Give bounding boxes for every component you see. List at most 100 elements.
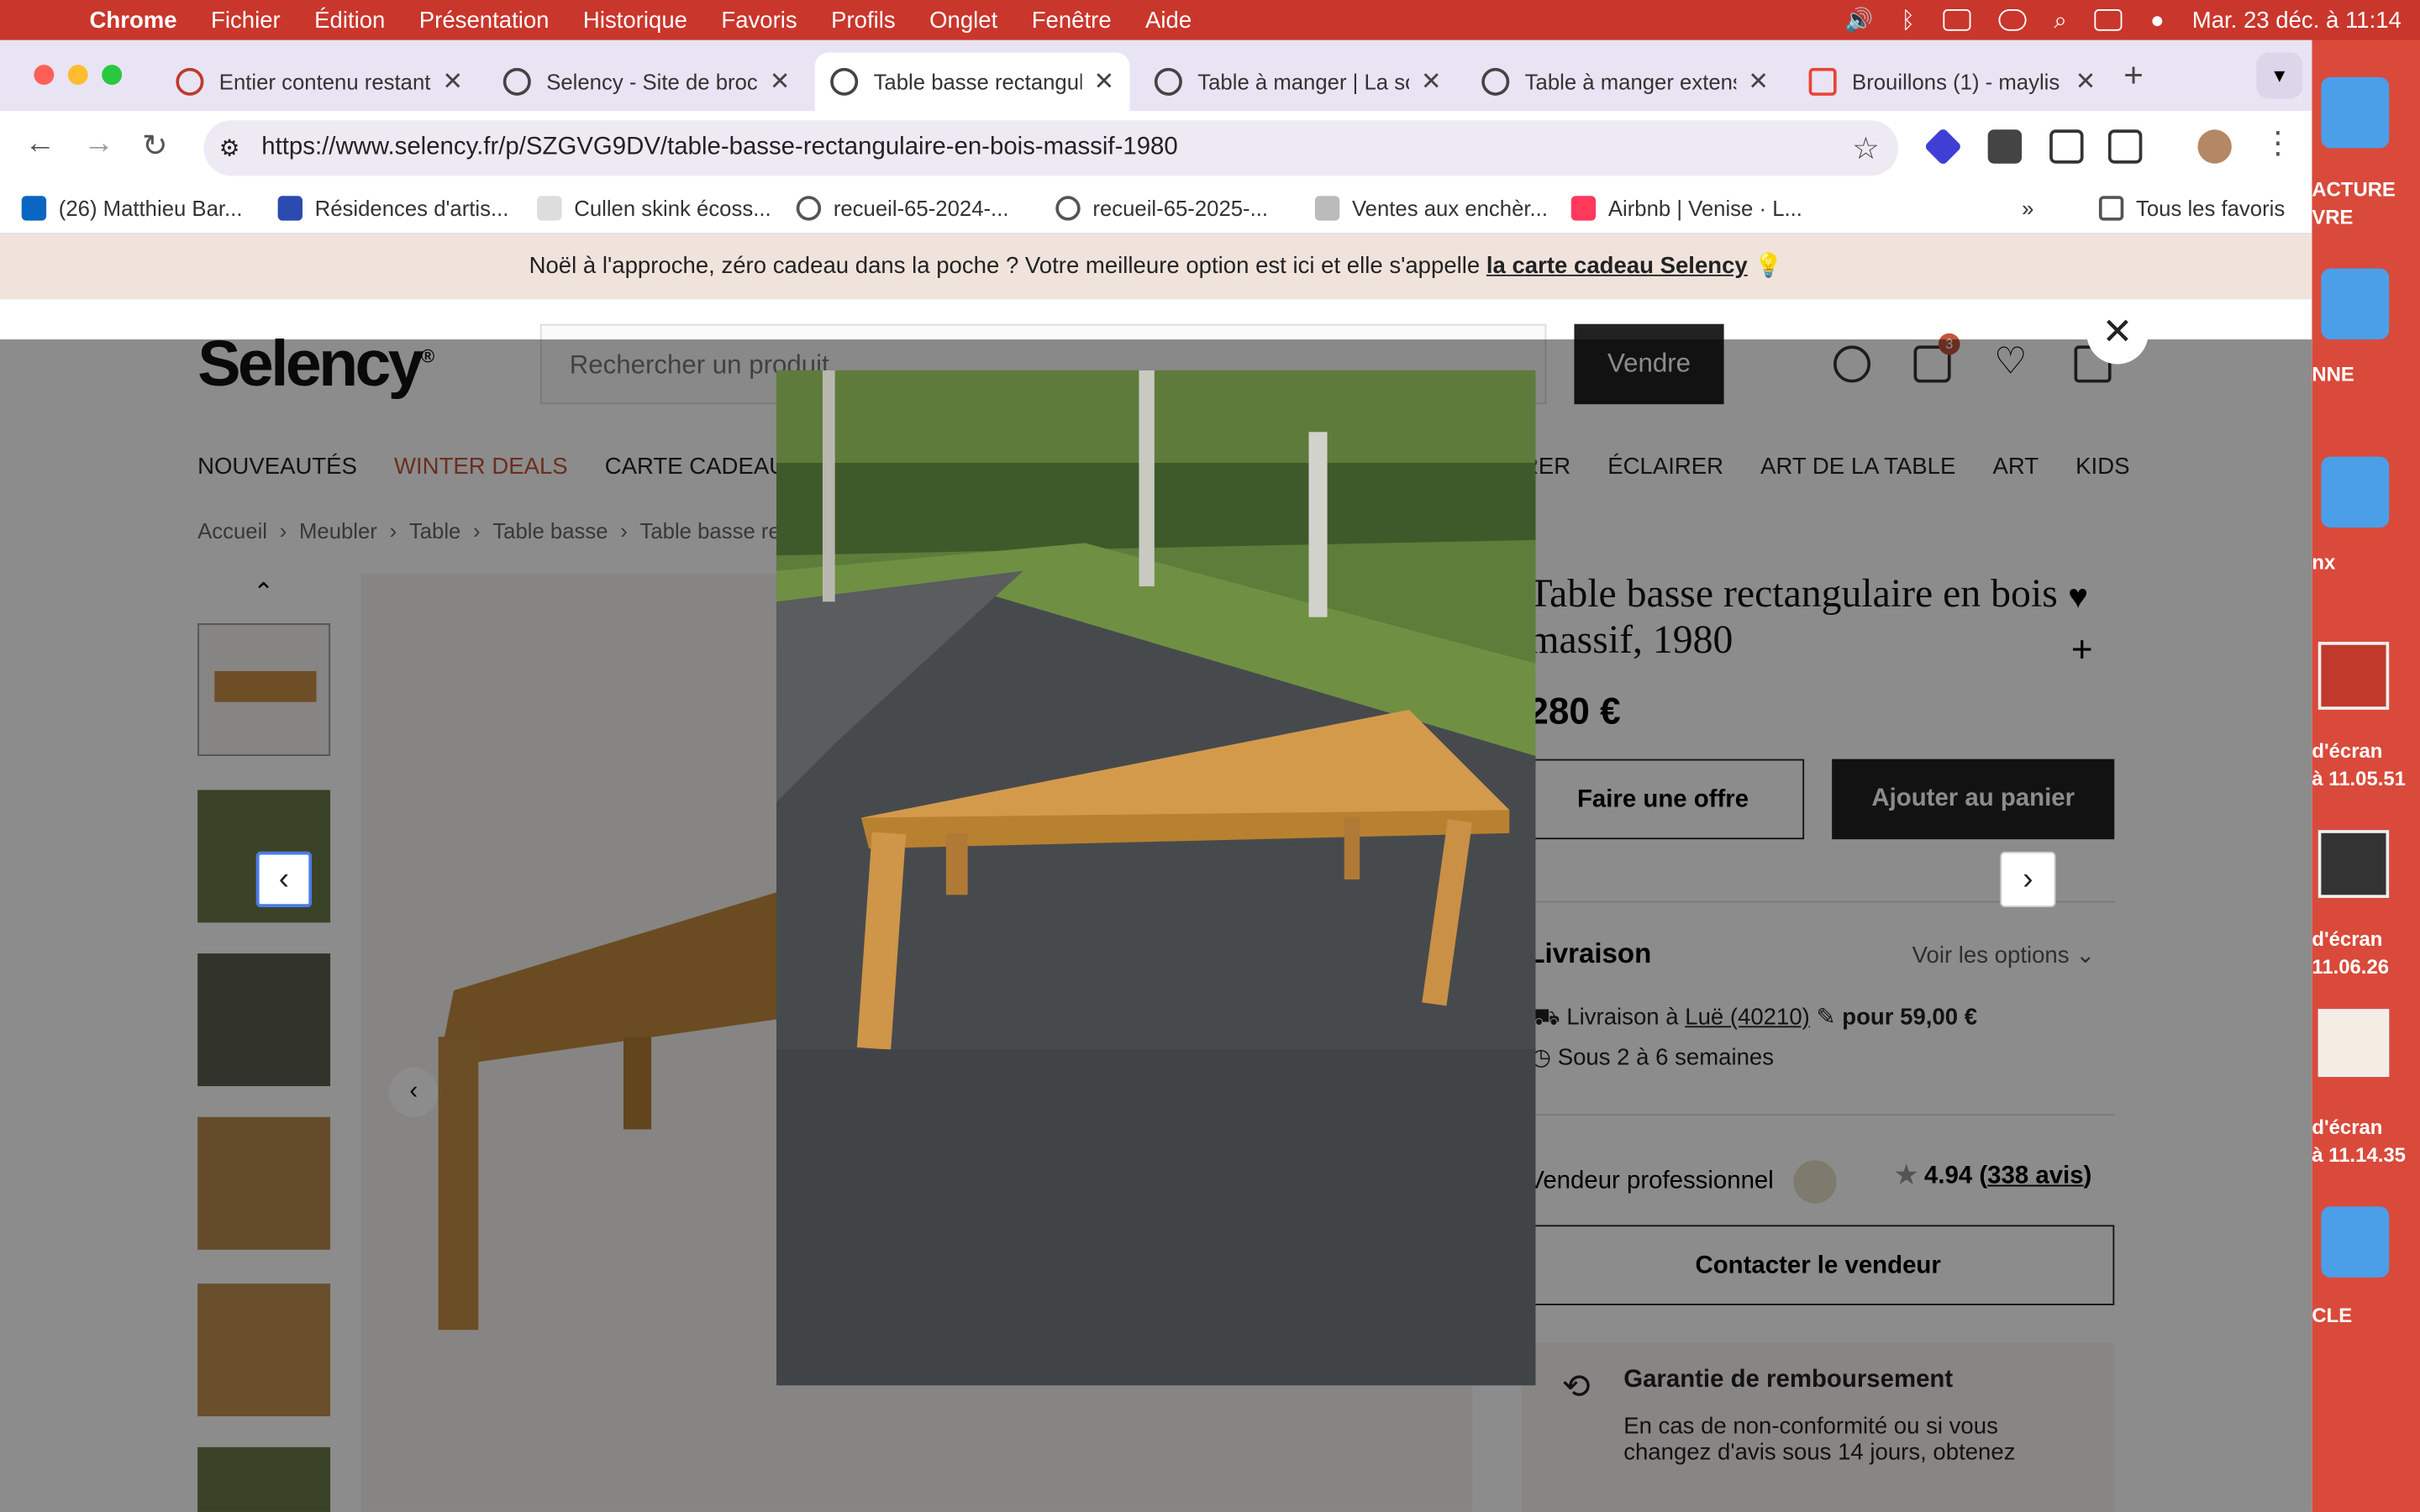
- selency-favicon: [1154, 67, 1182, 96]
- selency-favicon: [1481, 67, 1510, 96]
- puzzle-extensions-icon[interactable]: [2107, 129, 2143, 164]
- address-bar[interactable]: ⚙ https://www.selency.fr/p/SZGVG9DV/tabl…: [203, 120, 1899, 176]
- bookmark-label: (26) Matthieu Bar...: [58, 196, 243, 221]
- tab-title: Table à manger | La so: [1197, 69, 1409, 95]
- folder-icon[interactable]: [2321, 268, 2390, 340]
- bookmark-3[interactable]: Cullen skink écoss...: [537, 196, 771, 221]
- bookmark-1[interactable]: (26) Matthieu Bar...: [21, 196, 243, 221]
- reload-icon[interactable]: ↻: [142, 127, 168, 165]
- tab-1[interactable]: Entier contenu restant ✕: [160, 52, 478, 111]
- pen-extension-icon[interactable]: [2049, 129, 2084, 164]
- browser-toolbar: ← → ↻ ⚙ https://www.selency.fr/p/SZGVG9D…: [0, 111, 2312, 186]
- desktop-label-5: d'écran 11.06.26: [2312, 927, 2390, 979]
- bookmark-6[interactable]: Ventes aux enchèr...: [1314, 196, 1548, 221]
- battery-icon[interactable]: [1943, 9, 1971, 31]
- folder-icon[interactable]: [2321, 76, 2390, 149]
- macos-menubar: Chrome Fichier Édition Présentation Hist…: [0, 0, 2420, 40]
- bookmark-label: recueil-65-2025-...: [1092, 196, 1269, 221]
- gmail-favicon: [1808, 67, 1837, 96]
- bookmark-label: Ventes aux enchèr...: [1351, 196, 1548, 221]
- close-window-button[interactable]: [34, 65, 55, 86]
- bookmark-2[interactable]: Résidences d'artis...: [277, 196, 509, 221]
- bookmarks-overflow-icon[interactable]: »: [2022, 196, 2033, 220]
- extension-icon[interactable]: [1923, 127, 1963, 166]
- promo-banner: Noël à l'approche, zéro cadeau dans la p…: [0, 234, 2312, 300]
- file-icon[interactable]: [2321, 1206, 2390, 1278]
- lightbox-next-chevron-icon[interactable]: ›: [2000, 851, 2056, 907]
- volume-icon[interactable]: 🔊: [1844, 6, 1873, 34]
- tab-title: Table basse rectangulaire: [873, 69, 1081, 95]
- tab-6[interactable]: Brouillons (1) - maylis ✕: [1793, 52, 2111, 111]
- menu-kebab-icon[interactable]: ⋮: [2263, 123, 2294, 162]
- bookmark-label: Résidences d'artis...: [314, 196, 509, 221]
- folder-icon[interactable]: [2321, 456, 2390, 528]
- url-text[interactable]: https://www.selency.fr/p/SZGVG9DV/table-…: [261, 134, 1178, 162]
- promo-text: Noël à l'approche, zéro cadeau dans la p…: [529, 253, 1486, 280]
- bluetooth-icon[interactable]: ᛒ: [1902, 7, 1916, 33]
- gift-card-link[interactable]: la carte cadeau Selency: [1486, 253, 1748, 279]
- tab-2[interactable]: Selency - Site de brocante ✕: [487, 52, 805, 111]
- menu-edition[interactable]: Édition: [314, 7, 385, 33]
- new-tab-button[interactable]: +: [2123, 55, 2144, 96]
- tab-close-icon[interactable]: ✕: [2075, 66, 2096, 97]
- menu-fenetre[interactable]: Fenêtre: [1032, 7, 1112, 33]
- desktop-label-2: NNE: [2312, 362, 2354, 386]
- screenshot-thumbnail[interactable]: [2317, 642, 2390, 710]
- screen: Chrome Fichier Édition Présentation Hist…: [0, 0, 2420, 1512]
- tab-bar: Entier contenu restant ✕ Selency - Site d…: [0, 39, 2312, 112]
- tab-close-icon[interactable]: ✕: [1421, 66, 1442, 97]
- profile-avatar[interactable]: [2197, 129, 2232, 164]
- clock[interactable]: Mar. 23 déc. à 11:14: [2192, 7, 2402, 33]
- tab-close-icon[interactable]: ✕: [1748, 66, 1769, 97]
- bookmark-4[interactable]: recueil-65-2024-...: [796, 196, 1009, 221]
- linkedin-icon: [21, 196, 47, 221]
- tab-close-icon[interactable]: ✕: [442, 66, 463, 97]
- tab-3-active[interactable]: Table basse rectangulaire ✕: [814, 52, 1130, 112]
- menu-onglet[interactable]: Onglet: [929, 7, 997, 33]
- screenshot-thumbnail[interactable]: [2317, 1009, 2390, 1078]
- menu-presentation[interactable]: Présentation: [419, 7, 550, 33]
- menu-app[interactable]: Chrome: [90, 7, 177, 33]
- tab-4[interactable]: Table à manger | La so ✕: [1139, 52, 1456, 111]
- tab-close-icon[interactable]: ✕: [770, 66, 791, 97]
- tab-favicon: [176, 67, 204, 96]
- menu-fichier[interactable]: Fichier: [211, 7, 281, 33]
- site-settings-icon[interactable]: ⚙: [219, 134, 240, 162]
- lightbox-close-icon[interactable]: ✕: [2086, 302, 2149, 365]
- spotlight-icon[interactable]: ⌕: [2054, 7, 2066, 33]
- bookmarks-bar: (26) Matthieu Bar... Résidences d'artis.…: [0, 185, 2312, 235]
- siri-icon[interactable]: ●: [2150, 7, 2165, 33]
- screenshot-thumbnail[interactable]: [2317, 830, 2390, 898]
- tab-5[interactable]: Table à manger extensible ✕: [1466, 52, 1784, 111]
- menu-historique[interactable]: Historique: [583, 7, 687, 33]
- globe-icon: [796, 196, 822, 221]
- tab-title: Table à manger extensible: [1524, 69, 1736, 95]
- bookmark-star-icon[interactable]: ☆: [1852, 129, 1880, 168]
- bookmark-label: Tous les favoris: [2135, 196, 2286, 221]
- menu-profils[interactable]: Profils: [831, 7, 896, 33]
- control-center-icon[interactable]: [2094, 9, 2123, 31]
- auction-icon: [1314, 196, 1340, 221]
- forward-icon[interactable]: →: [83, 127, 114, 162]
- tab-close-icon[interactable]: ✕: [1093, 66, 1114, 97]
- lightbox-prev-chevron-icon[interactable]: ‹: [255, 851, 313, 907]
- tab-title: Selency - Site de brocante: [546, 69, 758, 95]
- bookmark-7[interactable]: Airbnb | Venise · L...: [1570, 196, 1802, 221]
- globe-icon: [1055, 196, 1081, 221]
- tab-title: Entier contenu restant: [218, 69, 430, 95]
- wifi-icon[interactable]: [1998, 9, 2027, 31]
- bulb-icon: 💡: [1754, 253, 1783, 280]
- lightbox-photo: [776, 370, 1536, 1386]
- minimize-window-button[interactable]: [67, 65, 88, 86]
- selency-favicon: [830, 67, 859, 96]
- back-icon[interactable]: ←: [24, 127, 55, 162]
- menu-favoris[interactable]: Favoris: [721, 7, 797, 33]
- extension-icon[interactable]: [1987, 129, 2023, 164]
- tab-search-chevron-icon[interactable]: ▼: [2256, 52, 2303, 99]
- all-bookmarks[interactable]: Tous les favoris: [2098, 196, 2286, 221]
- menu-aide[interactable]: Aide: [1145, 7, 1192, 33]
- zoom-window-button[interactable]: [102, 65, 123, 86]
- desktop-label-3: nx: [2312, 550, 2336, 575]
- elle-icon: [537, 196, 562, 221]
- bookmark-5[interactable]: recueil-65-2025-...: [1055, 196, 1269, 221]
